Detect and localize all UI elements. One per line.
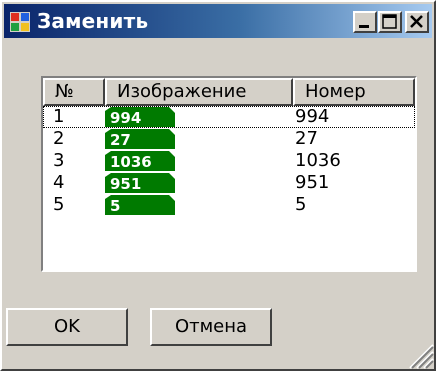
resize-grip-icon[interactable] xyxy=(402,337,434,369)
plate-image: 994 xyxy=(105,107,175,127)
column-header-image[interactable]: Изображение xyxy=(105,78,293,106)
window-title: Заменить xyxy=(37,9,149,33)
column-header-index[interactable]: № xyxy=(43,78,105,106)
maximize-button[interactable] xyxy=(378,11,402,33)
ok-button[interactable]: OK xyxy=(6,308,128,346)
plate-image: 27 xyxy=(105,129,175,149)
plate-image: 1036 xyxy=(105,151,175,171)
row-number: 951 xyxy=(295,172,330,193)
column-header-number[interactable]: Номер xyxy=(293,78,415,106)
row-number: 1036 xyxy=(295,150,341,171)
close-icon xyxy=(410,15,423,28)
replace-dialog: Заменить № Изображение Номер 1 994 994 2… xyxy=(0,0,436,371)
plate-text: 1036 xyxy=(110,153,152,171)
row-index: 3 xyxy=(53,150,65,171)
list-row[interactable]: 1 994 994 xyxy=(43,106,415,128)
plate-text: 27 xyxy=(110,131,131,149)
row-number: 27 xyxy=(295,128,318,149)
row-index: 4 xyxy=(53,172,65,193)
list-row[interactable]: 3 1036 1036 xyxy=(43,150,415,172)
minimize-icon xyxy=(359,25,369,28)
row-index: 1 xyxy=(53,106,65,127)
list-row[interactable]: 4 951 951 xyxy=(43,172,415,194)
title-bar[interactable]: Заменить xyxy=(4,4,432,38)
row-number: 5 xyxy=(295,194,307,215)
plate-text: 994 xyxy=(110,109,141,127)
list-row[interactable]: 5 5 5 xyxy=(43,194,415,216)
row-number: 994 xyxy=(295,106,330,127)
close-button[interactable] xyxy=(405,11,429,33)
app-icon xyxy=(10,12,30,32)
list-row[interactable]: 2 27 27 xyxy=(43,128,415,150)
minimize-button[interactable] xyxy=(353,11,377,33)
plate-image: 951 xyxy=(105,173,175,193)
row-index: 2 xyxy=(53,128,65,149)
plate-image: 5 xyxy=(105,195,175,215)
plate-text: 951 xyxy=(110,175,141,193)
cancel-button[interactable]: Отмена xyxy=(150,308,272,346)
plate-text: 5 xyxy=(110,197,120,215)
maximize-icon xyxy=(382,14,397,29)
row-index: 5 xyxy=(53,194,65,215)
list-view[interactable]: № Изображение Номер 1 994 994 2 27 27 3 … xyxy=(41,76,417,272)
